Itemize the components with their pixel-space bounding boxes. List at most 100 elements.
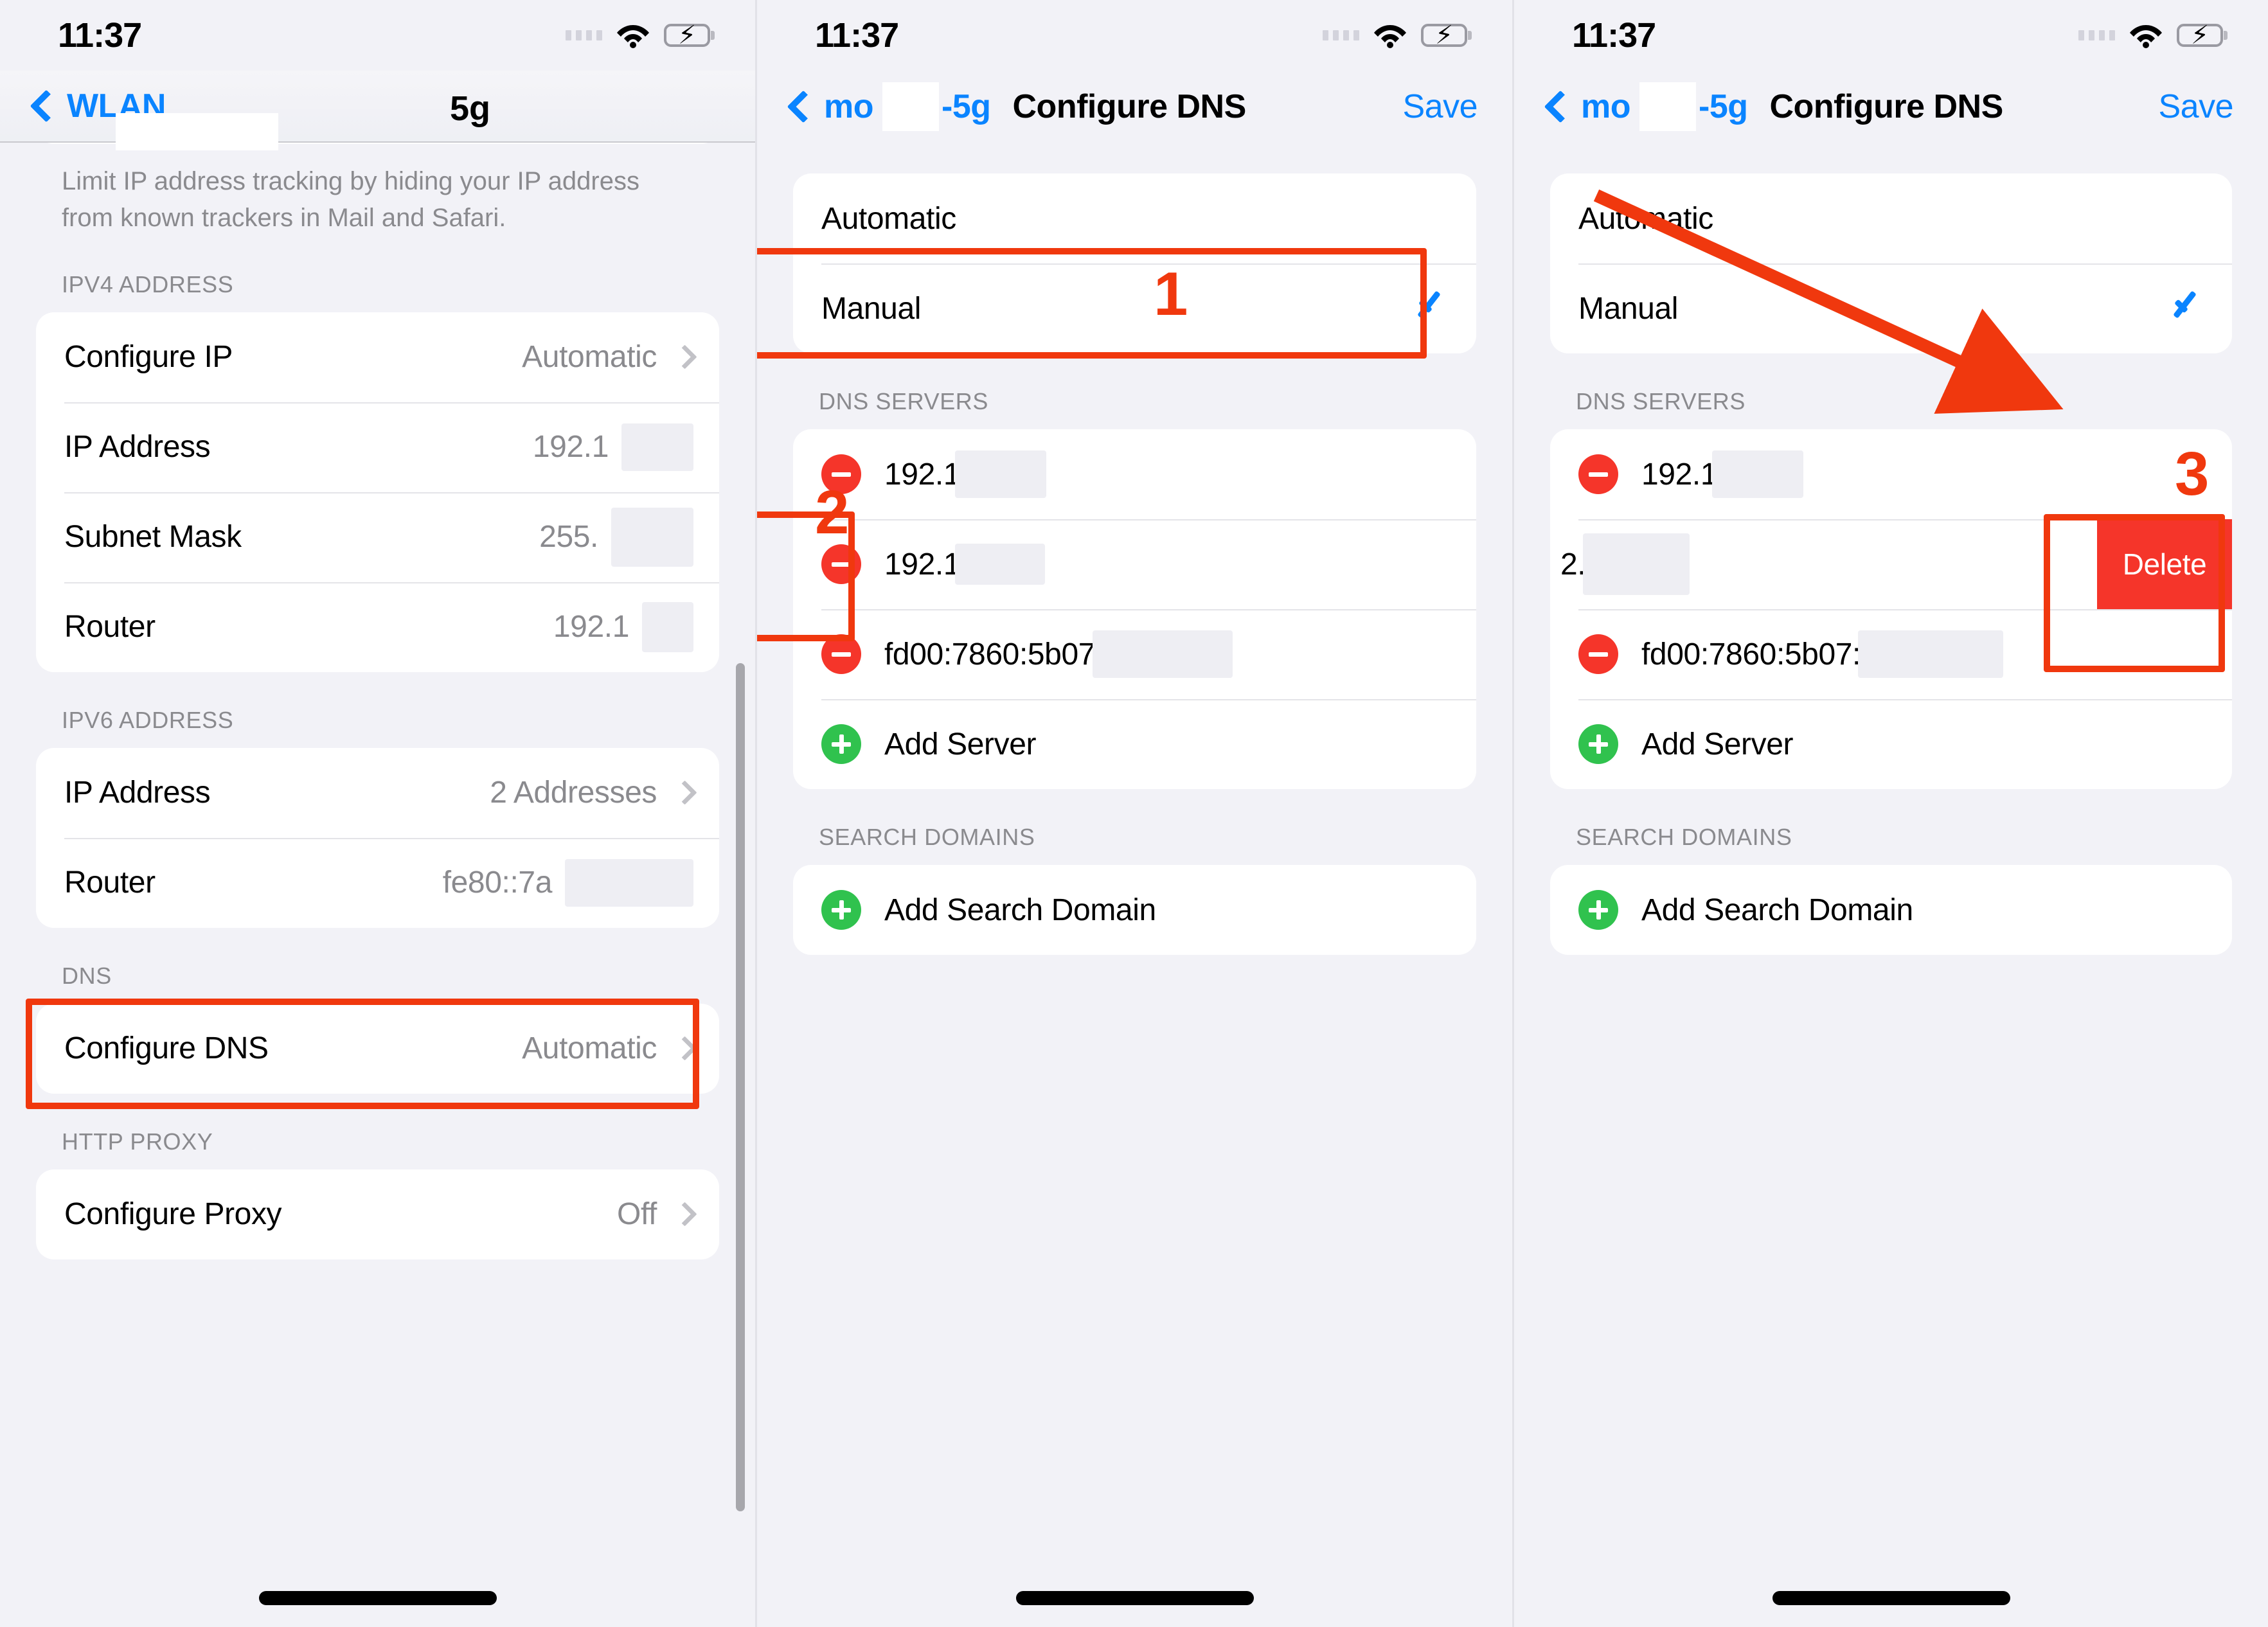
status-bar-clock: 11:37: [58, 16, 142, 55]
dns-server-value: 192.1: [884, 544, 1046, 585]
redaction-blur: [1712, 450, 1804, 498]
dns-server-text: 2.: [1560, 547, 1586, 582]
dns-server-row[interactable]: 192.1: [1550, 429, 2232, 519]
ip-tracking-footnote: Limit IP address tracking by hiding your…: [62, 167, 639, 232]
add-server-row[interactable]: Add Server: [1550, 699, 2232, 789]
navigation-bar: mo -5g Configure DNS Save: [1514, 71, 2268, 143]
configure-dns-content[interactable]: Automatic Manual DNS SERVERS 192.1 2. De…: [1514, 143, 2268, 1627]
row-value-text: Off: [617, 1197, 657, 1232]
panel-configure-dns-manual: 11:37 ⚡ mo -5g Configure DNS Save Automa…: [755, 0, 1512, 1627]
home-indicator: [1015, 1591, 1254, 1605]
page-title: Configure DNS: [1769, 88, 2004, 125]
section-header-ipv6: IPV6 ADDRESS: [62, 706, 234, 733]
configure-dns-content[interactable]: Automatic Manual 1 DNS SERVERS 192.1 192…: [757, 143, 1512, 1627]
card-partial-top: [36, 143, 719, 144]
row-value-text: Automatic: [522, 340, 657, 375]
wifi-icon: [2129, 22, 2163, 48]
row-value-text: Automatic: [522, 1031, 657, 1066]
back-button-ssid[interactable]: mo -5g: [1544, 82, 1748, 131]
dns-server-value: 2.: [1560, 533, 1690, 595]
dns-server-row[interactable]: 192.1: [793, 519, 1476, 609]
three-panel-screenshot-strip: 11:37 ⚡ WLAN 5g Limit IP address trackin…: [0, 0, 2268, 1627]
remove-icon[interactable]: [821, 634, 861, 674]
dns-server-row-swiped[interactable]: 2. Delete: [1550, 519, 2232, 609]
option-label: Automatic: [1578, 201, 1713, 236]
add-icon[interactable]: [821, 890, 861, 930]
back-button-label-suffix: -5g: [1699, 88, 1748, 125]
card-dns-servers: 192.1 2. Delete fd00:7860:5b07: Add Serv…: [1550, 429, 2232, 789]
page-title: Configure DNS: [1012, 88, 1247, 125]
dns-server-row[interactable]: 192.1: [793, 429, 1476, 519]
checkmark-icon: [1415, 290, 1451, 326]
row-configure-proxy[interactable]: Configure Proxy Off: [36, 1169, 719, 1259]
row-ipv6-address[interactable]: IP Address 2 Addresses: [36, 748, 719, 838]
redaction-blur: [565, 858, 693, 907]
row-value: Automatic: [522, 339, 697, 375]
remove-icon[interactable]: [1578, 454, 1618, 494]
row-value: 192.1: [553, 601, 693, 652]
add-server-row[interactable]: Add Server: [793, 699, 1476, 789]
navigation-bar: mo -5g Configure DNS Save: [757, 71, 1512, 143]
row-configure-ip[interactable]: Configure IP Automatic: [36, 312, 719, 402]
add-server-label: Add Server: [1641, 727, 1794, 761]
dns-server-row[interactable]: fd00:7860:5b07:: [1550, 609, 2232, 699]
add-icon[interactable]: [1578, 890, 1618, 930]
option-automatic[interactable]: Automatic: [1550, 173, 2232, 263]
row-router-ipv4[interactable]: Router 192.1: [36, 582, 719, 672]
battery-charging-icon: ⚡: [2177, 22, 2223, 48]
chevron-right-icon: [672, 1036, 697, 1061]
add-search-domain-label: Add Search Domain: [884, 893, 1156, 927]
back-button-ssid[interactable]: mo -5g: [787, 82, 991, 131]
row-label: Configure DNS: [64, 1031, 269, 1066]
save-button[interactable]: Save: [1402, 87, 1478, 126]
signal-dots-icon: [2078, 30, 2115, 40]
checkmark-icon: [2170, 290, 2206, 326]
option-automatic[interactable]: Automatic: [793, 173, 1476, 263]
dns-server-value: 192.1: [884, 450, 1047, 498]
option-manual[interactable]: Manual: [1550, 263, 2232, 353]
save-button[interactable]: Save: [2158, 87, 2233, 126]
panel-configure-dns-swipe-delete: 11:37 ⚡ mo -5g Configure DNS Save Automa…: [1512, 0, 2268, 1627]
add-server-label: Add Server: [884, 727, 1037, 761]
dns-server-row[interactable]: fd00:7860:5b07: [793, 609, 1476, 699]
add-search-domain-row[interactable]: Add Search Domain: [793, 865, 1476, 955]
row-value-text: 192.1: [553, 610, 630, 645]
row-configure-dns[interactable]: Configure DNS Automatic: [36, 1004, 719, 1094]
row-value-text: 192.1: [532, 430, 609, 465]
row-ip-address[interactable]: IP Address 192.1: [36, 402, 719, 492]
signal-dots-icon: [1323, 30, 1359, 40]
section-header-search-domains: SEARCH DOMAINS: [1576, 824, 1792, 850]
add-icon[interactable]: [1578, 724, 1618, 764]
redaction-blur: [642, 601, 693, 652]
status-bar-indicators: ⚡: [2078, 22, 2223, 48]
row-value: Off: [617, 1196, 697, 1232]
row-router-ipv6[interactable]: Router fe80::7a: [36, 837, 719, 928]
add-search-domain-row[interactable]: Add Search Domain: [1550, 865, 2232, 955]
row-subnet-mask[interactable]: Subnet Mask 255.: [36, 492, 719, 582]
card-ipv4: Configure IP Automatic IP Address 192.1 …: [36, 312, 719, 672]
option-label: Manual: [821, 291, 922, 326]
chevron-right-icon: [672, 1202, 697, 1227]
wifi-icon: [616, 22, 650, 48]
row-value: Automatic: [522, 1031, 697, 1066]
dns-server-text: 192.1: [884, 547, 961, 582]
remove-icon[interactable]: [1578, 634, 1618, 674]
chevron-right-icon: [672, 344, 697, 369]
back-button-label-prefix: mo: [824, 88, 874, 125]
redaction-blur: [621, 423, 693, 471]
row-label: Configure Proxy: [64, 1197, 282, 1232]
back-button-label-suffix: -5g: [942, 88, 991, 125]
remove-icon[interactable]: [821, 544, 861, 584]
navigation-bar: WLAN 5g: [0, 71, 755, 150]
remove-icon[interactable]: [821, 454, 861, 494]
add-icon[interactable]: [821, 724, 861, 764]
dns-server-text: fd00:7860:5b07: [884, 637, 1096, 671]
vertical-scrollbar[interactable]: [736, 663, 745, 1511]
page-title-ssid: 5g: [450, 89, 491, 128]
row-label: Router: [64, 866, 156, 900]
row-value-text: fe80::7a: [442, 866, 553, 900]
delete-button[interactable]: Delete: [2097, 519, 2232, 609]
option-manual[interactable]: Manual: [793, 263, 1476, 353]
dns-server-value: 192.1: [1641, 450, 1804, 498]
settings-scroll-content[interactable]: Limit IP address tracking by hiding your…: [0, 143, 755, 1627]
